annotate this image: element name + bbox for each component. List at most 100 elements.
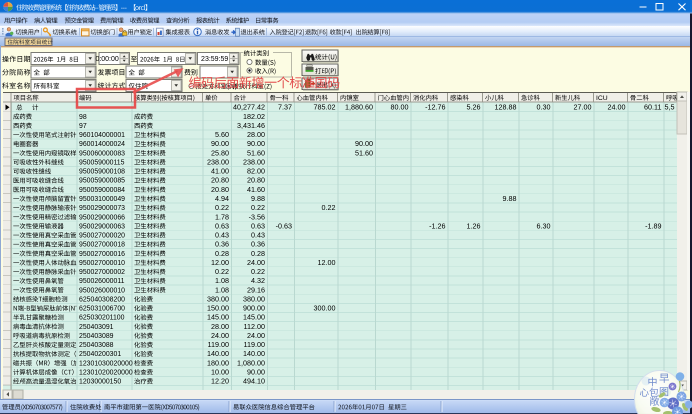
svg-text:25.80: 25.80 bbox=[211, 148, 229, 157]
svg-text:28.00: 28.00 bbox=[247, 130, 265, 139]
svg-text:24.00: 24.00 bbox=[247, 258, 265, 267]
svg-text:0.22: 0.22 bbox=[215, 203, 229, 212]
svg-text:960104000001: 960104000001 bbox=[79, 132, 125, 139]
svg-text:950029000073: 950029000073 bbox=[79, 205, 125, 212]
svg-text:128.88: 128.88 bbox=[495, 103, 517, 112]
svg-text:145.00: 145.00 bbox=[207, 313, 229, 322]
svg-text:6.30: 6.30 bbox=[537, 221, 551, 230]
svg-text:0.36: 0.36 bbox=[251, 240, 265, 249]
svg-text:25040200301: 25040200301 bbox=[79, 351, 121, 358]
svg-text:238.00: 238.00 bbox=[243, 157, 265, 166]
svg-text:0.28: 0.28 bbox=[251, 249, 265, 258]
svg-text:90.00: 90.00 bbox=[247, 367, 265, 376]
svg-text:1,880.60: 1,880.60 bbox=[345, 103, 373, 112]
svg-text:82.00: 82.00 bbox=[247, 167, 265, 176]
svg-text:40,277.42: 40,277.42 bbox=[233, 103, 265, 112]
svg-text:950026000011: 950026000011 bbox=[79, 278, 125, 285]
svg-text:625040308200: 625040308200 bbox=[79, 296, 125, 303]
svg-text:1.26: 1.26 bbox=[467, 221, 481, 230]
svg-text:0.22: 0.22 bbox=[215, 267, 229, 276]
svg-text:950059000115: 950059000115 bbox=[79, 159, 125, 166]
svg-text:-3.56: -3.56 bbox=[249, 212, 265, 221]
svg-text:950029000066: 950029000066 bbox=[79, 214, 125, 221]
svg-text:90.00: 90.00 bbox=[211, 139, 229, 148]
svg-text:0.63: 0.63 bbox=[251, 221, 265, 230]
svg-text:250403091: 250403091 bbox=[79, 324, 114, 331]
svg-text:-1.26: -1.26 bbox=[429, 221, 445, 230]
svg-text:0.22: 0.22 bbox=[322, 203, 336, 212]
svg-text:380.00: 380.00 bbox=[243, 294, 265, 303]
svg-text:1.08: 1.08 bbox=[215, 285, 229, 294]
svg-text:182.02: 182.02 bbox=[243, 112, 265, 121]
svg-text:12.00: 12.00 bbox=[318, 258, 336, 267]
svg-text:950027000018: 950027000018 bbox=[79, 242, 125, 249]
svg-text:7.37: 7.37 bbox=[278, 103, 292, 112]
svg-text:140.00: 140.00 bbox=[207, 349, 229, 358]
svg-text:90.00: 90.00 bbox=[247, 139, 265, 148]
svg-text:950027000002: 950027000002 bbox=[79, 269, 125, 276]
svg-text:ICU: ICU bbox=[596, 95, 608, 102]
svg-text:785.02: 785.02 bbox=[314, 103, 336, 112]
svg-text:28.00: 28.00 bbox=[211, 322, 229, 331]
svg-text:238.00: 238.00 bbox=[207, 157, 229, 166]
svg-text:140.00: 140.00 bbox=[243, 349, 265, 358]
svg-text:20.80: 20.80 bbox=[211, 176, 229, 185]
svg-text:12.00: 12.00 bbox=[211, 258, 229, 267]
svg-text:180.00: 180.00 bbox=[207, 358, 229, 367]
svg-text:950027000010: 950027000010 bbox=[79, 260, 125, 267]
svg-text:5.26: 5.26 bbox=[467, 103, 481, 112]
svg-text:0.22: 0.22 bbox=[251, 203, 265, 212]
svg-text:145.00: 145.00 bbox=[243, 313, 265, 322]
svg-text:60.11: 60.11 bbox=[644, 103, 661, 112]
svg-text:950027000016: 950027000016 bbox=[79, 251, 125, 258]
svg-text:0.36: 0.36 bbox=[215, 240, 229, 249]
svg-text:4.94: 4.94 bbox=[215, 194, 229, 203]
svg-text:0.63: 0.63 bbox=[215, 221, 229, 230]
svg-text:-12.76: -12.76 bbox=[425, 103, 445, 112]
svg-text:950060000083: 950060000083 bbox=[79, 150, 125, 157]
svg-text:0.30: 0.30 bbox=[537, 103, 551, 112]
svg-text:97: 97 bbox=[79, 123, 87, 130]
svg-text:5.60: 5.60 bbox=[215, 130, 229, 139]
svg-text:5,5: 5,5 bbox=[665, 103, 675, 112]
svg-text:27.00: 27.00 bbox=[574, 103, 592, 112]
svg-text:29.16: 29.16 bbox=[247, 285, 265, 294]
svg-text:625030201100: 625030201100 bbox=[79, 315, 125, 322]
svg-text:1.08: 1.08 bbox=[215, 276, 229, 285]
svg-text:12301020020000: 12301020020000 bbox=[79, 369, 133, 376]
svg-text:24.00: 24.00 bbox=[211, 331, 229, 340]
svg-text:0:00:00: 0:00:00 bbox=[95, 56, 118, 63]
svg-text:250403088: 250403088 bbox=[79, 342, 114, 349]
svg-text:0.43: 0.43 bbox=[215, 231, 229, 240]
svg-text:23:59:59: 23:59:59 bbox=[201, 56, 228, 63]
svg-text:98: 98 bbox=[79, 114, 87, 121]
svg-text:0.43: 0.43 bbox=[251, 231, 265, 240]
svg-text:960014000024: 960014000024 bbox=[79, 141, 125, 148]
svg-text:20.80: 20.80 bbox=[247, 176, 265, 185]
svg-text:1.78: 1.78 bbox=[215, 212, 229, 221]
svg-text:51.60: 51.60 bbox=[247, 148, 265, 157]
svg-text:-0.63: -0.63 bbox=[276, 221, 292, 230]
svg-text:250403089: 250403089 bbox=[79, 333, 114, 340]
svg-text:300.00: 300.00 bbox=[314, 304, 336, 313]
svg-text:41.60: 41.60 bbox=[247, 185, 265, 194]
svg-text:119.00: 119.00 bbox=[244, 340, 265, 349]
svg-text:9.88: 9.88 bbox=[503, 194, 517, 203]
svg-text:494.10: 494.10 bbox=[243, 377, 265, 386]
svg-text:150.00: 150.00 bbox=[207, 304, 229, 313]
svg-text:41.00: 41.00 bbox=[211, 167, 229, 176]
svg-text:625031006700: 625031006700 bbox=[79, 306, 125, 313]
svg-text:9.88: 9.88 bbox=[251, 194, 265, 203]
svg-text:950059000084: 950059000084 bbox=[79, 187, 125, 194]
svg-text:-1.89: -1.89 bbox=[645, 221, 661, 230]
svg-text:950059000108: 950059000108 bbox=[79, 169, 125, 176]
svg-text:12301030020000: 12301030020000 bbox=[79, 360, 133, 367]
svg-text:119.00: 119.00 bbox=[208, 340, 229, 349]
svg-text:380.00: 380.00 bbox=[207, 294, 229, 303]
svg-text:24.00: 24.00 bbox=[247, 331, 265, 340]
svg-text:51.60: 51.60 bbox=[355, 148, 373, 157]
svg-text:950027000020: 950027000020 bbox=[79, 233, 125, 240]
svg-text:12.20: 12.20 bbox=[211, 377, 229, 386]
svg-text:4.32: 4.32 bbox=[251, 276, 265, 285]
svg-text:20.80: 20.80 bbox=[211, 185, 229, 194]
